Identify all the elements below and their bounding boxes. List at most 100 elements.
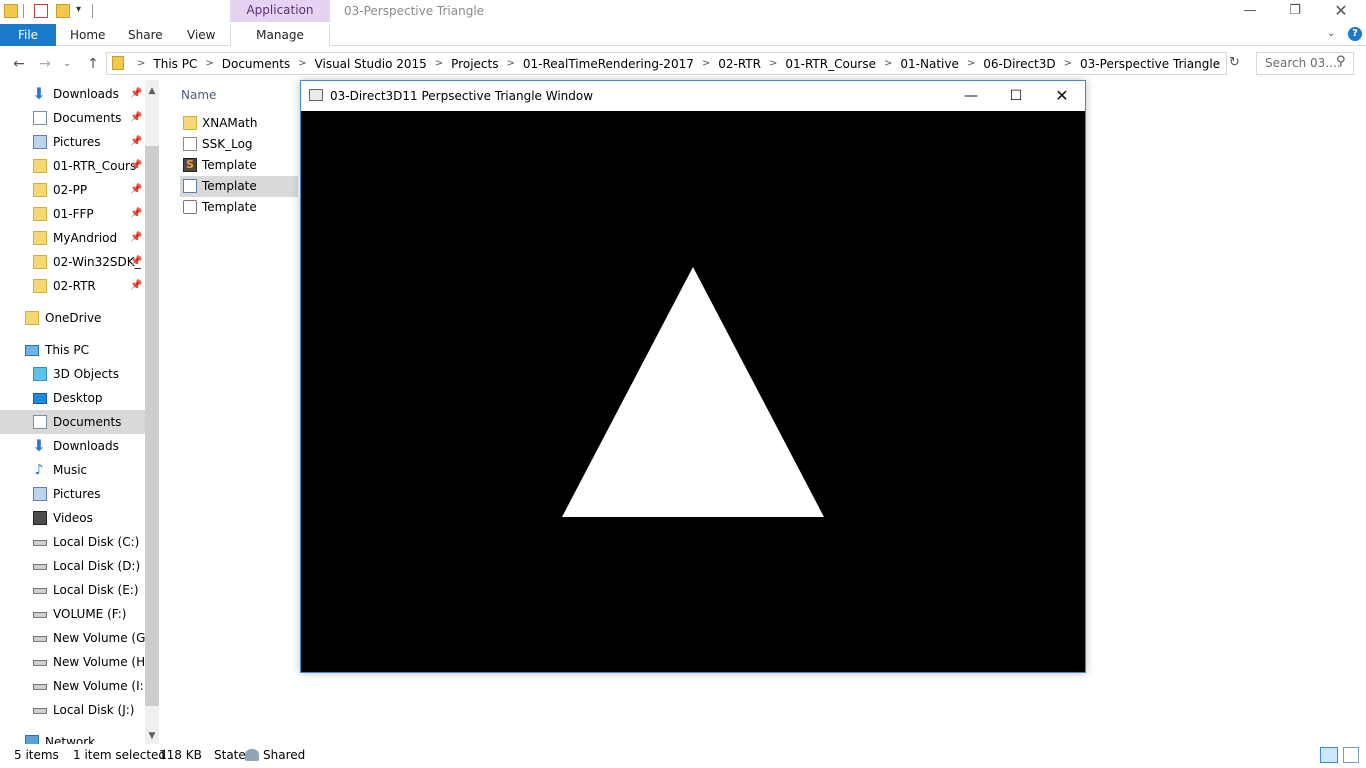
nav-item-network[interactable]: Network	[0, 730, 145, 744]
tab-share[interactable]: Share	[128, 24, 163, 46]
breadcrumb-realtimerendering[interactable]: 01-RealTimeRendering-2017	[519, 57, 698, 71]
pin-icon[interactable]: 📌	[130, 202, 142, 226]
nav-item-disk-e[interactable]: Local Disk (E:)	[0, 578, 145, 602]
breadcrumb-this-pc[interactable]: This PC	[149, 57, 201, 71]
pin-icon[interactable]: 📌	[130, 250, 142, 274]
chevron-right-icon[interactable]: >	[765, 58, 781, 69]
breadcrumb-documents[interactable]: Documents	[218, 57, 294, 71]
nav-item-documents[interactable]: Documents	[0, 410, 145, 434]
direct3d-title-bar[interactable]: 03-Direct3D11 Perpsective Triangle Windo…	[301, 81, 1085, 111]
pin-icon[interactable]: 📌	[130, 130, 142, 154]
new-folder-icon[interactable]	[56, 4, 70, 18]
details-view-icon[interactable]	[1320, 747, 1338, 763]
close-icon[interactable]: ✕	[1330, 2, 1352, 20]
tab-file[interactable]: File	[0, 24, 56, 46]
nav-item-label: This PC	[45, 343, 89, 357]
tab-home[interactable]: Home	[70, 24, 105, 46]
nav-item-this-pc[interactable]: This PC	[0, 338, 145, 362]
breadcrumb-rtr-course[interactable]: 01-RTR_Course	[781, 57, 880, 71]
nav-item-volume-h[interactable]: New Volume (H:)	[0, 650, 154, 674]
scroll-up-icon[interactable]: ▲	[145, 84, 159, 98]
up-arrow-icon[interactable]: ↑	[84, 56, 102, 72]
nav-item-documents-quick[interactable]: Documents 📌	[0, 106, 145, 130]
customize-quick-access-icon[interactable]: ▾	[76, 4, 81, 15]
chevron-right-icon[interactable]: >	[963, 58, 979, 69]
tab-manage[interactable]: Manage	[230, 24, 330, 46]
maximize-icon[interactable]: ☐	[1006, 87, 1026, 105]
nav-item-rtr-cours[interactable]: 01-RTR_Cours 📌	[0, 154, 145, 178]
chevron-right-icon[interactable]: >	[502, 58, 518, 69]
close-icon[interactable]: ✕	[1052, 87, 1072, 105]
file-item-selected[interactable]: Template	[180, 176, 298, 197]
render-canvas[interactable]	[301, 111, 1085, 672]
nav-item-3d-objects[interactable]: 3D Objects	[0, 362, 145, 386]
nav-item-disk-c[interactable]: Local Disk (C:)	[0, 530, 145, 554]
nav-item-pp[interactable]: 02-PP 📌	[0, 178, 145, 202]
breadcrumb-rtr[interactable]: 02-RTR	[714, 57, 765, 71]
minimize-icon[interactable]: —	[961, 87, 981, 105]
properties-icon[interactable]	[34, 4, 48, 18]
nav-item-disk-j[interactable]: Local Disk (J:)	[0, 698, 145, 722]
refresh-icon[interactable]: ↻	[1229, 55, 1240, 70]
disk-icon	[33, 660, 47, 666]
nav-item-pictures-quick[interactable]: Pictures 📌	[0, 130, 145, 154]
breadcrumb-perspective-triangle[interactable]: 03-Perspective Triangle	[1076, 57, 1224, 71]
search-icon[interactable]: ⚲	[1336, 54, 1346, 69]
nav-item-videos[interactable]: Videos	[0, 506, 145, 530]
breadcrumb-native[interactable]: 01-Native	[896, 57, 962, 71]
breadcrumb-direct3d[interactable]: 06-Direct3D	[979, 57, 1059, 71]
restore-icon[interactable]: ❐	[1284, 2, 1306, 20]
large-icons-view-icon[interactable]	[1343, 747, 1359, 763]
chevron-right-icon[interactable]: >	[201, 58, 217, 69]
nav-item-volume-i[interactable]: New Volume (I:)	[0, 674, 148, 698]
chevron-right-icon[interactable]: >	[1060, 58, 1076, 69]
nav-item-pictures[interactable]: Pictures	[0, 482, 145, 506]
disk-icon	[33, 564, 47, 570]
nav-item-volume-f[interactable]: VOLUME (F:)	[0, 602, 145, 626]
chevron-right-icon[interactable]: >	[431, 58, 447, 69]
column-header-name[interactable]: Name	[181, 88, 216, 102]
chevron-right-icon[interactable]: >	[880, 58, 896, 69]
breadcrumb-visual-studio[interactable]: Visual Studio 2015	[311, 57, 431, 71]
file-item[interactable]: XNAMath	[180, 113, 298, 134]
pin-icon[interactable]: 📌	[130, 274, 142, 298]
file-item[interactable]: Template	[180, 197, 298, 218]
help-icon[interactable]: ?	[1348, 27, 1362, 41]
nav-item-music[interactable]: ♪ Music	[0, 458, 145, 482]
chevron-right-icon[interactable]: >	[294, 58, 310, 69]
nav-item-win32sdk[interactable]: 02-Win32SDK_ 📌	[0, 250, 145, 274]
nav-item-rtr[interactable]: 02-RTR 📌	[0, 274, 145, 298]
folder-icon[interactable]	[4, 4, 18, 18]
tab-view[interactable]: View	[187, 24, 215, 46]
pin-icon[interactable]: 📌	[130, 178, 142, 202]
nav-item-label: 01-FFP	[53, 207, 94, 221]
nav-item-label: Local Disk (J:)	[53, 703, 135, 717]
address-bar[interactable]: > This PC > Documents > Visual Studio 20…	[106, 52, 1227, 75]
nav-item-desktop[interactable]: Desktop	[0, 386, 145, 410]
chevron-right-icon[interactable]: >	[698, 58, 714, 69]
direct3d-window[interactable]: 03-Direct3D11 Perpsective Triangle Windo…	[300, 80, 1086, 673]
nav-item-onedrive[interactable]: OneDrive	[0, 306, 145, 330]
file-item[interactable]: S Template	[180, 155, 298, 176]
file-item[interactable]: SSK_Log	[180, 134, 298, 155]
pin-icon[interactable]: 📌	[130, 154, 142, 178]
nav-item-downloads-quick[interactable]: ⬇ Downloads 📌	[0, 82, 145, 106]
forward-arrow-icon[interactable]: →	[36, 56, 54, 72]
chevron-right-icon[interactable]: >	[1224, 58, 1226, 69]
pin-icon[interactable]: 📌	[130, 226, 142, 250]
nav-item-myandriod[interactable]: MyAndriod 📌	[0, 226, 145, 250]
nav-item-disk-d[interactable]: Local Disk (D:)	[0, 554, 145, 578]
nav-item-volume-g[interactable]: New Volume (G:)	[0, 626, 154, 650]
scroll-down-icon[interactable]: ▼	[145, 729, 159, 743]
expand-ribbon-icon[interactable]: ⌄	[1327, 28, 1335, 39]
recent-locations-icon[interactable]: ⌄	[58, 56, 76, 72]
breadcrumb-projects[interactable]: Projects	[447, 57, 502, 71]
back-arrow-icon[interactable]: ←	[10, 56, 28, 72]
address-history-icon[interactable]: ⌄	[1212, 57, 1220, 68]
nav-item-ffp[interactable]: 01-FFP 📌	[0, 202, 145, 226]
minimize-icon[interactable]: —	[1239, 2, 1261, 20]
pin-icon[interactable]: 📌	[130, 82, 142, 106]
nav-scrollbar-thumb[interactable]	[145, 146, 159, 706]
nav-item-downloads[interactable]: ⬇ Downloads	[0, 434, 145, 458]
pin-icon[interactable]: 📌	[130, 106, 142, 130]
